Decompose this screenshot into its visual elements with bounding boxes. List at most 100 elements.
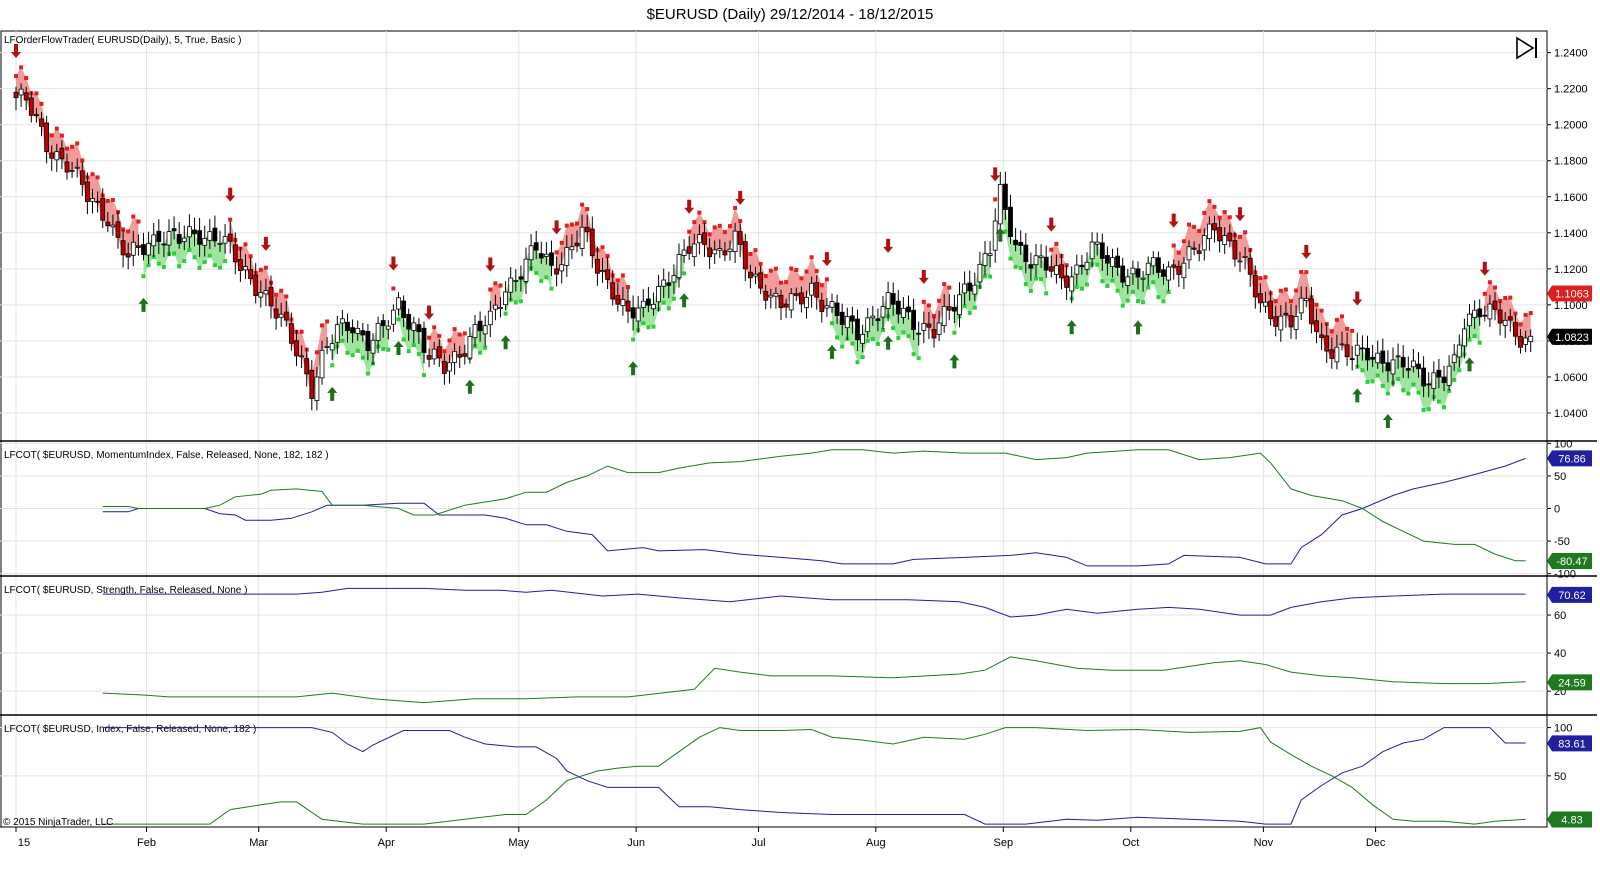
- candle-body: [1222, 235, 1228, 245]
- candle-body: [1416, 363, 1421, 370]
- candle: [997, 171, 1003, 236]
- bear-stop-dot: [1054, 241, 1059, 246]
- bear-stop-dot: [1283, 287, 1288, 292]
- bear-stop-dot: [722, 230, 727, 235]
- candle-body: [972, 284, 978, 295]
- bull-stop-dot: [386, 347, 391, 352]
- candle-body: [192, 229, 197, 235]
- bear-stop-dot: [712, 225, 717, 230]
- candle: [44, 115, 49, 164]
- candle-body: [1497, 309, 1503, 324]
- candle-body: [278, 313, 284, 318]
- candle-body: [1120, 265, 1126, 283]
- bull-stop-dot: [1385, 391, 1390, 396]
- bear-stop-dot: [1482, 291, 1487, 296]
- bull-stop-dot: [1039, 277, 1044, 282]
- bear-stop-dot: [728, 224, 732, 229]
- candle-body: [625, 300, 631, 312]
- bull-stop-dot: [875, 341, 880, 346]
- candle-body: [1278, 315, 1284, 331]
- candle-body: [589, 228, 595, 257]
- bull-stop-dot: [156, 261, 161, 266]
- candle-body: [1441, 376, 1447, 383]
- candle-body: [217, 242, 223, 245]
- candle-body: [299, 355, 305, 358]
- bull-stop-dot: [172, 251, 177, 256]
- candle-body: [477, 320, 483, 332]
- bull-stop-dot: [911, 352, 916, 357]
- chart-panes: 1.2400 1.2200 1.2000 1.1800 1.1600 1.1400 1.12…: [0, 30, 1597, 828]
- candle-body: [727, 248, 733, 252]
- candle-body: [64, 161, 70, 173]
- candle-body: [1227, 232, 1233, 242]
- bear-stop-dot: [65, 146, 69, 151]
- candle-body: [314, 376, 320, 401]
- green-series-line: [102, 656, 1526, 704]
- bear-stop-dot: [993, 197, 998, 202]
- candle-body: [997, 184, 1003, 225]
- candle-body: [1028, 264, 1034, 269]
- candle-body: [1436, 369, 1442, 378]
- bull-stop-dot: [1477, 340, 1482, 345]
- candle-body: [528, 245, 534, 261]
- candle-body: [957, 294, 962, 316]
- bear-stop-dot: [442, 349, 447, 354]
- candle-body: [819, 299, 825, 312]
- candle-body: [758, 272, 763, 289]
- bull-stop-dot: [182, 259, 187, 264]
- candle-body: [559, 264, 565, 272]
- candle-body: [166, 231, 172, 246]
- value-badge: 24.59: [1547, 674, 1592, 691]
- candle-body: [482, 325, 488, 335]
- candle-body: [487, 310, 493, 326]
- value-badge: 83.61: [1547, 735, 1592, 752]
- candle-body: [1492, 300, 1498, 310]
- bull-stop-dot: [223, 259, 228, 264]
- bear-stop-dot: [615, 278, 620, 283]
- bull-stop-dot: [340, 338, 345, 343]
- bear-stop-dot: [921, 299, 926, 304]
- bull-stop-dot: [1079, 286, 1084, 291]
- bear-stop-dot: [819, 283, 824, 288]
- candle-body: [1105, 255, 1110, 264]
- candle-body: [59, 147, 65, 160]
- value-badge: -80.47: [1547, 552, 1592, 569]
- x-tick-label: Sep: [994, 837, 1014, 849]
- bull-stop-dot: [365, 371, 370, 376]
- bear-stop-dot: [1187, 222, 1191, 227]
- bull-stop-dot: [631, 337, 636, 342]
- bear-stop-dot: [274, 292, 279, 297]
- bear-stop-dot: [1345, 326, 1350, 331]
- bull-stop-dot: [534, 270, 539, 275]
- bear-stop-dot: [70, 144, 75, 149]
- pane-label-indicator: LFCOT( $EURUSD, Index, False, Released, …: [4, 724, 256, 735]
- bull-stop-dot: [1161, 299, 1166, 304]
- bull-stop-dot: [1130, 289, 1135, 294]
- buy-arrow: [1133, 320, 1143, 335]
- candle-body: [885, 292, 891, 309]
- bear-stop-dot: [926, 303, 931, 308]
- bear-stop-dot: [1258, 276, 1263, 281]
- sell-arrow: [883, 238, 894, 253]
- value-badge-label: -80.47: [1556, 556, 1587, 568]
- candle-body: [227, 233, 233, 242]
- candle-body: [1207, 223, 1212, 240]
- candle-body: [467, 336, 473, 359]
- x-tick-label: Jul: [751, 837, 765, 849]
- bull-stop-dot: [350, 353, 355, 358]
- bull-stop-dot: [661, 300, 666, 305]
- y-tick-label: 40: [1554, 648, 1566, 660]
- play-pause-icon[interactable]: [1516, 36, 1537, 60]
- candle-body: [273, 308, 279, 319]
- candle-body: [564, 247, 570, 266]
- bear-stop-dot: [427, 335, 432, 340]
- bull-stop-dot: [1365, 379, 1370, 384]
- candle-body: [722, 250, 728, 256]
- candle-body: [1150, 257, 1156, 267]
- bear-stop-dot: [136, 219, 141, 224]
- bull-stop-dot: [666, 306, 671, 311]
- bull-stop-dot: [860, 355, 865, 360]
- value-badge: 70.62: [1547, 586, 1592, 603]
- stop-bands: [14, 65, 1533, 412]
- candle-body: [79, 170, 85, 185]
